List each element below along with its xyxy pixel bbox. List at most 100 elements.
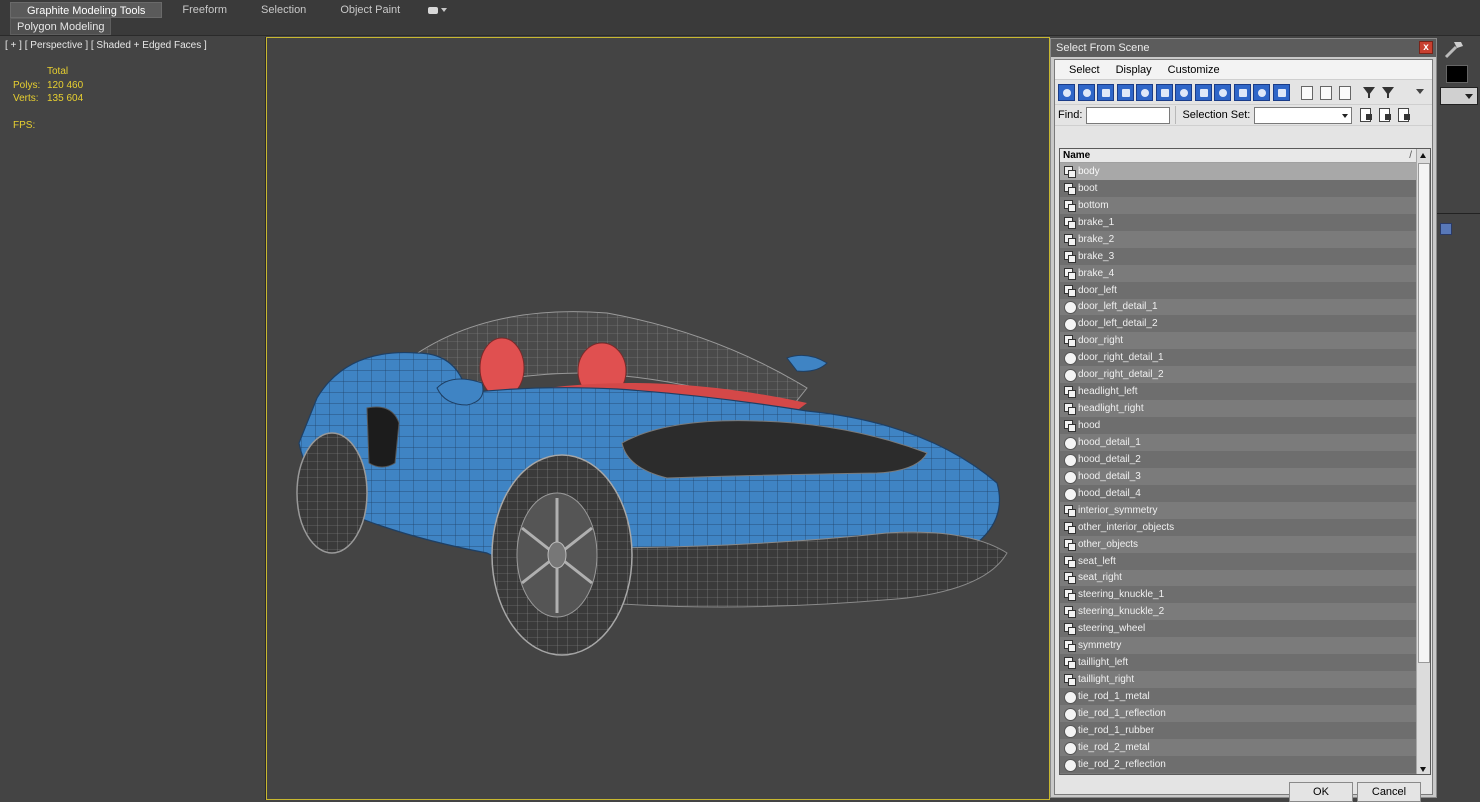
list-item[interactable]: steering_wheel <box>1060 620 1418 638</box>
modifier-list-dropdown[interactable] <box>1440 87 1478 105</box>
list-item[interactable]: tie_rod_2_reflection <box>1060 755 1418 773</box>
sphere-icon <box>1064 453 1077 467</box>
display-bones-icon[interactable] <box>1214 83 1231 101</box>
edit-selection-set-icon[interactable] <box>1377 107 1393 123</box>
list-item[interactable]: taillight_right <box>1060 671 1418 689</box>
find-input[interactable] <box>1086 106 1171 124</box>
list-item[interactable]: brake_3 <box>1060 247 1418 265</box>
list-item-label: door_left <box>1078 284 1117 296</box>
select-invert-icon[interactable] <box>1336 84 1352 100</box>
display-groups-icon[interactable] <box>1175 83 1192 101</box>
display-space-warps-icon[interactable] <box>1155 83 1173 101</box>
menu-display[interactable]: Display <box>1116 64 1152 76</box>
mesh-icon <box>1064 403 1076 416</box>
list-item[interactable]: door_left <box>1060 281 1418 299</box>
select-none-icon[interactable] <box>1317 84 1333 100</box>
list-item[interactable]: hood_detail_1 <box>1060 434 1418 451</box>
tab-object-paint[interactable]: Object Paint <box>326 2 414 18</box>
cancel-button[interactable]: Cancel <box>1357 782 1421 802</box>
sphere-icon <box>1064 436 1077 450</box>
list-item-label: taillight_left <box>1078 657 1129 669</box>
modify-tool-icon[interactable] <box>1442 39 1466 59</box>
ok-button[interactable]: OK <box>1289 782 1353 802</box>
left-viewport[interactable]: [ + ] [ Perspective ] [ Shaded + Edged F… <box>0 37 266 800</box>
list-item[interactable]: brake_2 <box>1060 230 1418 248</box>
filter-options-icon[interactable] <box>1380 84 1396 100</box>
list-item[interactable]: seat_left <box>1060 552 1418 570</box>
menu-select[interactable]: Select <box>1069 64 1100 76</box>
list-item[interactable]: other_interior_objects <box>1060 518 1418 536</box>
list-item[interactable]: tie_rod_1_reflection <box>1060 705 1418 722</box>
list-item[interactable]: headlight_right <box>1060 400 1418 418</box>
tab-freeform[interactable]: Freeform <box>168 2 241 18</box>
list-item-label: interior_symmetry <box>1078 504 1158 516</box>
list-item-label: door_right_detail_2 <box>1078 369 1164 381</box>
list-item[interactable]: symmetry <box>1060 637 1418 655</box>
display-geometry-icon[interactable] <box>1058 83 1075 101</box>
list-item[interactable]: tie_rod_2_metal <box>1060 738 1418 756</box>
mesh-icon <box>1064 250 1076 263</box>
display-object-xrefs-icon[interactable] <box>1194 83 1212 101</box>
tab-graphite-modeling-tools[interactable]: Graphite Modeling Tools <box>10 2 163 18</box>
stats-verts-row: Verts: 135 604 <box>13 92 83 106</box>
list-item[interactable]: steering_knuckle_1 <box>1060 586 1418 604</box>
viewport-label-menu[interactable]: [ + ] [ Perspective ] [ Shaded + Edged F… <box>5 40 207 51</box>
toolbar-overflow-icon[interactable] <box>1416 89 1424 94</box>
list-item[interactable]: door_left_detail_2 <box>1060 315 1418 333</box>
select-all-icon[interactable] <box>1298 84 1314 100</box>
list-item[interactable]: bottom <box>1060 196 1418 214</box>
dialog-title-bar[interactable]: Select From Scene x <box>1051 39 1436 57</box>
list-item[interactable]: hood <box>1060 417 1418 434</box>
list-item[interactable]: interior_symmetry <box>1060 501 1418 519</box>
display-shapes-icon[interactable] <box>1077 83 1095 101</box>
display-hidden-icon[interactable] <box>1272 83 1290 101</box>
scroll-up-icon[interactable] <box>1417 150 1430 162</box>
list-item[interactable]: hood_detail_3 <box>1060 467 1418 485</box>
list-item[interactable]: door_right_detail_2 <box>1060 366 1418 384</box>
display-containers-icon[interactable] <box>1233 83 1251 101</box>
list-item-label: other_interior_objects <box>1078 521 1175 533</box>
configure-modifier-sets-icon[interactable] <box>1440 223 1452 235</box>
sort-indicator: / <box>1409 150 1412 161</box>
list-item-label: hood_detail_2 <box>1078 453 1141 465</box>
list-item[interactable]: brake_1 <box>1060 213 1418 231</box>
list-item[interactable]: body <box>1060 163 1418 180</box>
list-item-label: brake_1 <box>1078 216 1115 228</box>
list-item[interactable]: boot <box>1060 179 1418 197</box>
list-item[interactable]: door_right <box>1060 332 1418 350</box>
selection-set-dropdown[interactable] <box>1254 106 1353 124</box>
menu-customize[interactable]: Customize <box>1168 64 1220 76</box>
scrollbar-thumb[interactable] <box>1418 163 1430 663</box>
panel-divider <box>1436 213 1480 214</box>
ribbon-options-button[interactable] <box>420 2 455 18</box>
list-item[interactable]: other_objects <box>1060 535 1418 553</box>
tab-polygon-modeling[interactable]: Polygon Modeling <box>10 18 112 35</box>
scene-object-list[interactable]: Name / body boot bottom brake_1 brake_2 brake… <box>1059 148 1431 775</box>
list-scrollbar[interactable] <box>1416 149 1430 774</box>
list-item[interactable]: hood_detail_4 <box>1060 484 1418 502</box>
create-selection-set-icon[interactable] <box>1358 107 1374 123</box>
filter-icon[interactable] <box>1361 84 1377 100</box>
display-helpers-icon[interactable] <box>1136 83 1153 101</box>
list-item[interactable]: tie_rod_1_metal <box>1060 688 1418 705</box>
list-item[interactable]: door_right_detail_1 <box>1060 349 1418 367</box>
list-item[interactable]: hood_detail_2 <box>1060 450 1418 468</box>
perspective-viewport[interactable] <box>266 37 1050 800</box>
list-item[interactable]: seat_right <box>1060 569 1418 587</box>
display-frozen-icon[interactable] <box>1253 83 1270 101</box>
display-cameras-icon[interactable] <box>1116 83 1134 101</box>
display-lights-icon[interactable] <box>1097 83 1114 101</box>
scroll-down-icon[interactable] <box>1417 763 1430 774</box>
delete-selection-set-icon[interactable] <box>1396 107 1412 123</box>
list-item[interactable]: brake_4 <box>1060 264 1418 282</box>
list-item[interactable]: headlight_left <box>1060 383 1418 401</box>
list-item[interactable]: tie_rod_1_rubber <box>1060 721 1418 739</box>
list-item[interactable]: taillight_left <box>1060 654 1418 672</box>
list-item[interactable]: door_left_detail_1 <box>1060 298 1418 316</box>
sphere-icon <box>1064 724 1077 738</box>
list-item[interactable]: steering_knuckle_2 <box>1060 603 1418 621</box>
object-color-swatch[interactable] <box>1446 65 1468 83</box>
close-button[interactable]: x <box>1419 41 1433 54</box>
name-column-header[interactable]: Name / <box>1060 149 1418 163</box>
tab-selection[interactable]: Selection <box>247 2 320 18</box>
